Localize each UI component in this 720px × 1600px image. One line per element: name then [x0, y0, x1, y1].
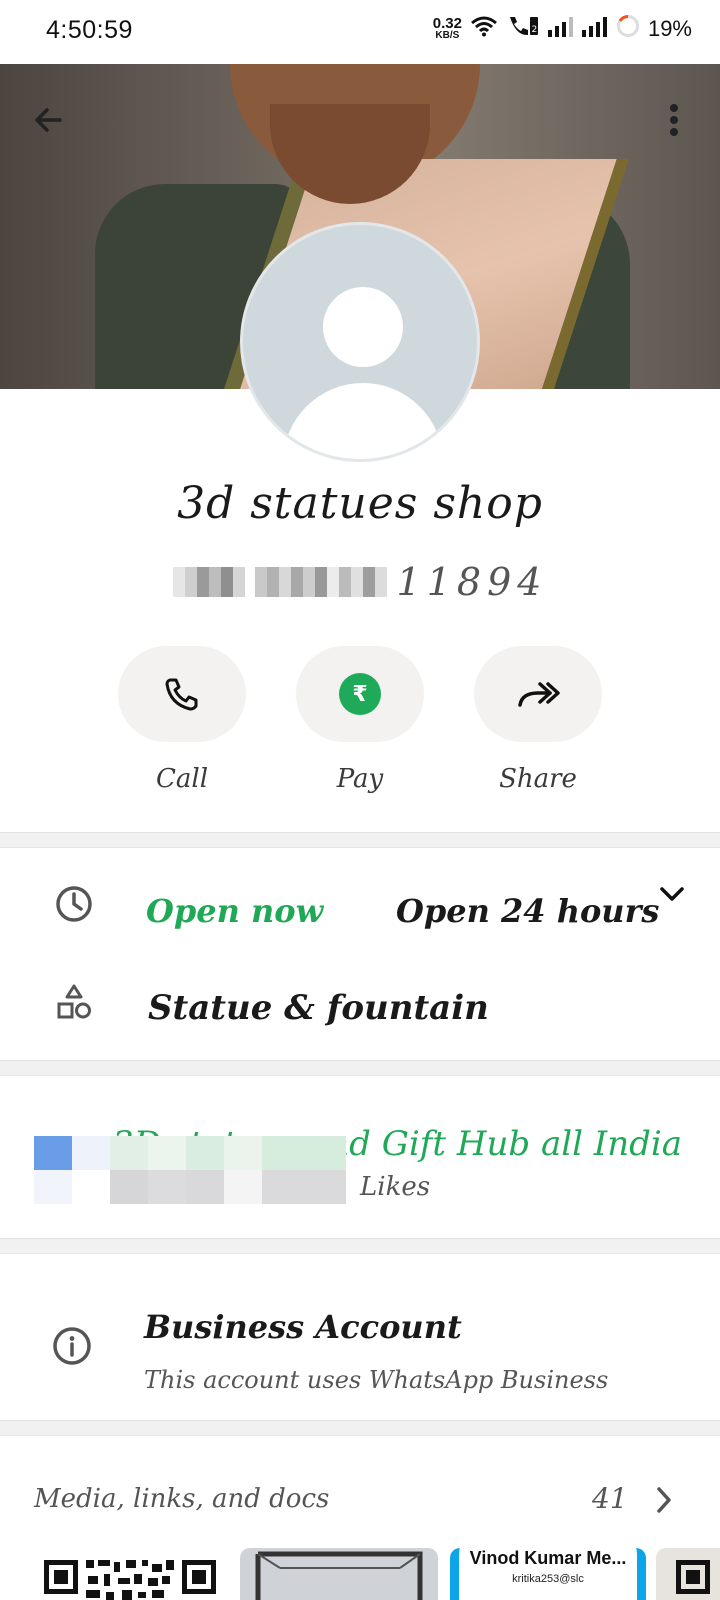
phone-icon [165, 678, 198, 711]
thumb-card-subtitle: kritika253@slc [512, 1573, 584, 1585]
share-button[interactable] [474, 646, 602, 742]
phone-visible-digits: 11894 [396, 560, 548, 604]
status-time: 4:50:59 [46, 16, 133, 44]
media-thumb-qr-code-2[interactable] [656, 1548, 720, 1600]
expand-hours-button[interactable] [648, 870, 696, 918]
chevron-right-icon [648, 1482, 680, 1518]
clock-icon [50, 880, 98, 928]
share-action[interactable]: Share [474, 646, 602, 794]
call-action[interactable]: Call [118, 646, 246, 794]
share-label: Share [499, 764, 577, 794]
media-thumbnails: Vinod Kumar Me... kritika253@slc [0, 1548, 720, 1600]
media-thumb-contact-card[interactable]: Vinod Kumar Me... kritika253@slc [450, 1548, 646, 1600]
channel-row[interactable]: 3D statues and Gift Hub all India Likes [0, 1094, 720, 1234]
section-divider [0, 1238, 720, 1254]
phone-blurred-middle [254, 567, 387, 597]
hours-detail: Open 24 hours [396, 892, 660, 930]
wifi-icon [470, 15, 498, 42]
pay-action[interactable]: ₹ Pay [296, 646, 424, 794]
media-links-docs-row[interactable]: Media, links, and docs 41 [0, 1460, 720, 1530]
network-speed-unit: KB/S [435, 30, 460, 41]
business-account-title: Business Account [144, 1308, 462, 1346]
open-status: Open now [146, 892, 324, 930]
profile-name: 3d statues shop [177, 478, 543, 529]
share-icon [518, 682, 560, 707]
network-speed-value: 0.32 [432, 15, 462, 32]
section-divider [0, 1420, 720, 1436]
call-label: Call [155, 764, 209, 794]
signal-1-icon [547, 15, 574, 42]
avatar-head-shape [323, 287, 403, 367]
avatar-body-shape [283, 383, 443, 459]
more-options-button[interactable] [652, 98, 696, 142]
thumb-card-title: Vinod Kumar Me... [469, 1548, 627, 1568]
media-label: Media, links, and docs [34, 1484, 330, 1514]
pay-label: Pay [336, 764, 384, 794]
business-account-subtitle: This account uses WhatsApp Business [144, 1366, 609, 1394]
section-divider [0, 1060, 720, 1076]
svg-text:2: 2 [531, 25, 537, 35]
more-vert-icon [670, 104, 678, 136]
business-hours-row[interactable]: Open now Open 24 hours [0, 850, 720, 960]
status-bar: 4:50:59 0.32 KB/S 2 19% [0, 0, 720, 64]
network-speed: 0.32 KB/S [433, 16, 462, 41]
channel-blurred-image [34, 1136, 346, 1204]
rupee-icon: ₹ [339, 673, 381, 715]
battery-percent: 19% [647, 15, 692, 41]
media-thumb-qr-code[interactable] [34, 1548, 226, 1600]
business-category: Statue & fountain [148, 988, 489, 1028]
battery-icon [616, 14, 640, 43]
channel-likes: Likes [360, 1172, 431, 1202]
back-button[interactable] [26, 98, 70, 142]
status-icons: 0.32 KB/S 2 19% [433, 14, 692, 43]
pay-button[interactable]: ₹ [296, 646, 424, 742]
media-thumb-glass-box[interactable] [240, 1548, 438, 1600]
chevron-down-icon [660, 887, 684, 901]
section-divider [0, 832, 720, 848]
info-icon [48, 1322, 96, 1370]
signal-2-icon [581, 15, 608, 42]
call-button[interactable] [118, 646, 246, 742]
arrow-left-icon [35, 108, 62, 132]
category-shapes-icon [50, 978, 98, 1026]
quick-actions: Call ₹ Pay Share [118, 646, 602, 794]
phone-number[interactable]: 11894 [0, 560, 720, 604]
wifi-calling-icon: 2 [506, 14, 540, 43]
phone-blurred-prefix [172, 567, 245, 597]
business-account-row[interactable]: Business Account This account uses Whats… [0, 1278, 720, 1418]
media-count: 41 [592, 1482, 628, 1515]
profile-avatar[interactable] [240, 222, 480, 462]
